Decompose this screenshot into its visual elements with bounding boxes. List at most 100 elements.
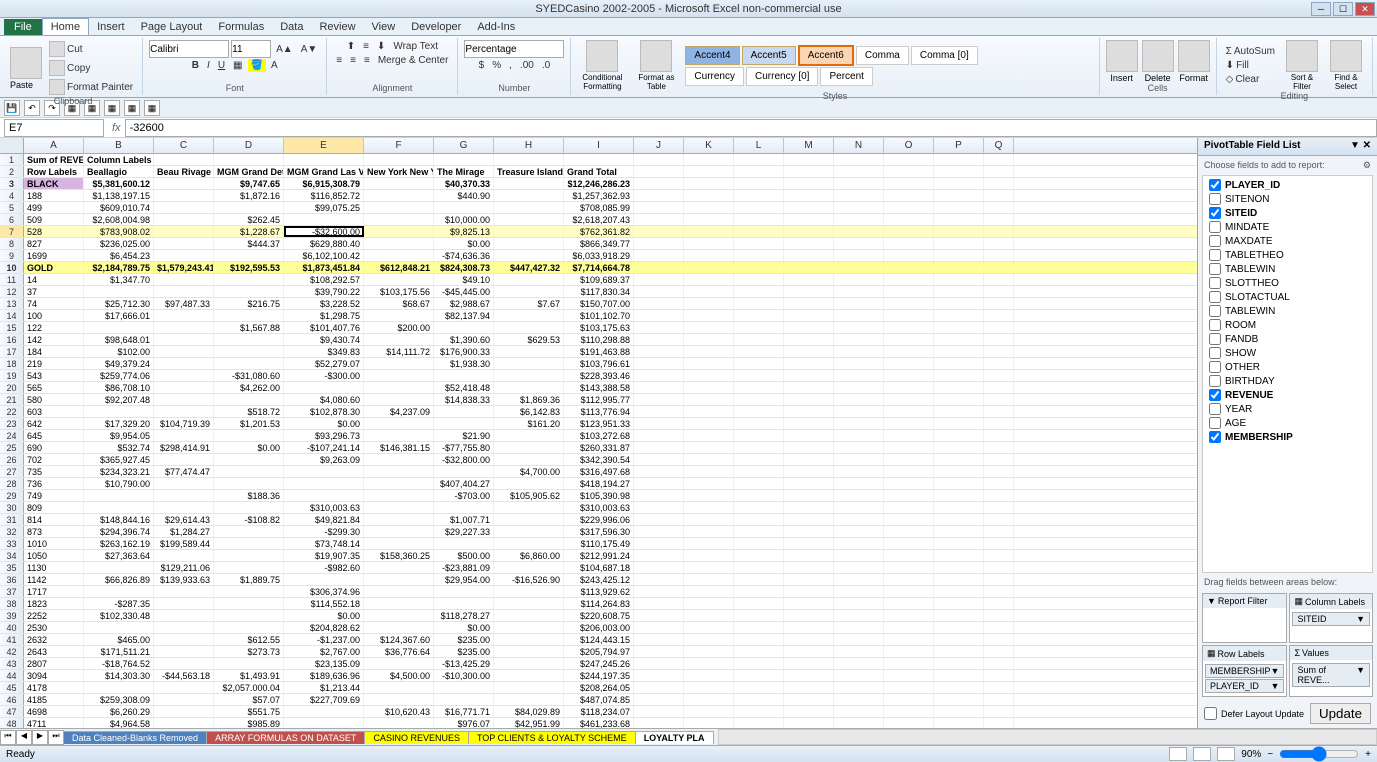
cell[interactable] (684, 538, 734, 549)
cell[interactable]: $236,025.00 (84, 238, 154, 249)
cell[interactable] (684, 550, 734, 561)
field-birthday[interactable]: BIRTHDAY (1209, 374, 1366, 388)
cell[interactable] (934, 442, 984, 453)
cell[interactable]: 736 (24, 478, 84, 489)
field-maxdate[interactable]: MAXDATE (1209, 234, 1366, 248)
cell[interactable] (684, 238, 734, 249)
cell[interactable]: $2,988.67 (434, 298, 494, 309)
cell[interactable]: 1717 (24, 586, 84, 597)
cell[interactable] (364, 358, 434, 369)
cell[interactable] (494, 538, 564, 549)
cell[interactable] (784, 262, 834, 273)
cell[interactable]: 814 (24, 514, 84, 525)
cell[interactable] (984, 682, 1014, 693)
row-header[interactable]: 32 (0, 526, 24, 537)
cell[interactable] (154, 250, 214, 261)
cell[interactable] (984, 370, 1014, 381)
area-item[interactable]: MEMBERSHIP▼ (1205, 664, 1284, 678)
cell[interactable]: $4,964.58 (84, 718, 154, 728)
cell[interactable]: $0.00 (434, 622, 494, 633)
cell[interactable] (364, 154, 434, 165)
file-tab[interactable]: File (4, 19, 42, 35)
cell[interactable] (494, 634, 564, 645)
cell[interactable] (434, 502, 494, 513)
row-header[interactable]: 5 (0, 202, 24, 213)
cell[interactable] (154, 490, 214, 501)
cell[interactable] (984, 694, 1014, 705)
cell[interactable] (634, 466, 684, 477)
cell[interactable] (684, 346, 734, 357)
cell[interactable] (284, 478, 364, 489)
cell[interactable] (364, 238, 434, 249)
cell[interactable] (684, 334, 734, 345)
col-header-P[interactable]: P (934, 138, 984, 153)
cell[interactable] (734, 550, 784, 561)
cell[interactable] (734, 670, 784, 681)
cell[interactable] (434, 538, 494, 549)
cell[interactable] (494, 562, 564, 573)
cell[interactable]: $57.07 (214, 694, 284, 705)
cell[interactable]: 565 (24, 382, 84, 393)
cell[interactable] (734, 502, 784, 513)
field-fandb[interactable]: FANDB (1209, 332, 1366, 346)
cell[interactable] (494, 478, 564, 489)
cell[interactable] (494, 658, 564, 669)
row-header[interactable]: 12 (0, 286, 24, 297)
cell[interactable] (364, 466, 434, 477)
cell[interactable] (884, 166, 934, 177)
cell[interactable]: $1,213.44 (284, 682, 364, 693)
cell[interactable] (494, 586, 564, 597)
cell[interactable] (734, 514, 784, 525)
col-header-N[interactable]: N (834, 138, 884, 153)
cell[interactable] (784, 586, 834, 597)
row-header[interactable]: 25 (0, 442, 24, 453)
cell[interactable] (784, 322, 834, 333)
cell[interactable] (834, 670, 884, 681)
cell[interactable] (364, 586, 434, 597)
row-header[interactable]: 23 (0, 418, 24, 429)
cell[interactable] (734, 370, 784, 381)
cell[interactable]: $2,057.000.04 (214, 682, 284, 693)
cell[interactable] (734, 706, 784, 717)
cell[interactable]: $220,608.75 (564, 610, 634, 621)
cell[interactable] (784, 310, 834, 321)
row-header[interactable]: 6 (0, 214, 24, 225)
cell[interactable]: $27,363.64 (84, 550, 154, 561)
cell[interactable] (984, 406, 1014, 417)
row-header[interactable]: 37 (0, 586, 24, 597)
cell[interactable]: $191,463.88 (564, 346, 634, 357)
cell[interactable]: $77,474.47 (154, 466, 214, 477)
cell[interactable] (364, 226, 434, 237)
update-button[interactable]: Update (1310, 703, 1371, 724)
cell[interactable] (684, 430, 734, 441)
cell[interactable]: $260,331.87 (564, 442, 634, 453)
cell[interactable]: $19,907.35 (284, 550, 364, 561)
qat-btn-8[interactable]: ▦ (144, 100, 160, 116)
col-header-G[interactable]: G (434, 138, 494, 153)
cell[interactable]: -$16,526.90 (494, 574, 564, 585)
cell[interactable] (884, 178, 934, 189)
cell[interactable]: $310,003.63 (564, 502, 634, 513)
cell[interactable] (214, 562, 284, 573)
increase-font-button[interactable]: A▲ (273, 43, 296, 56)
cell[interactable] (734, 166, 784, 177)
cell[interactable]: $3,228.52 (284, 298, 364, 309)
cell[interactable] (884, 238, 934, 249)
cell[interactable]: Grand Total (564, 166, 634, 177)
cell[interactable]: $1,872.16 (214, 190, 284, 201)
col-header-A[interactable]: A (24, 138, 84, 153)
cell[interactable] (634, 322, 684, 333)
fill-button[interactable]: ⬇ Fill (1223, 59, 1278, 72)
cell[interactable] (834, 358, 884, 369)
cell[interactable] (784, 658, 834, 669)
cell[interactable] (934, 634, 984, 645)
format-as-table-icon[interactable] (640, 40, 672, 72)
cell[interactable] (154, 154, 214, 165)
cell[interactable] (884, 514, 934, 525)
cell[interactable]: $9,263.09 (284, 454, 364, 465)
cell[interactable] (784, 694, 834, 705)
cell[interactable] (734, 454, 784, 465)
cell[interactable] (364, 562, 434, 573)
currency-button[interactable]: $ (476, 59, 488, 72)
cell[interactable] (884, 310, 934, 321)
